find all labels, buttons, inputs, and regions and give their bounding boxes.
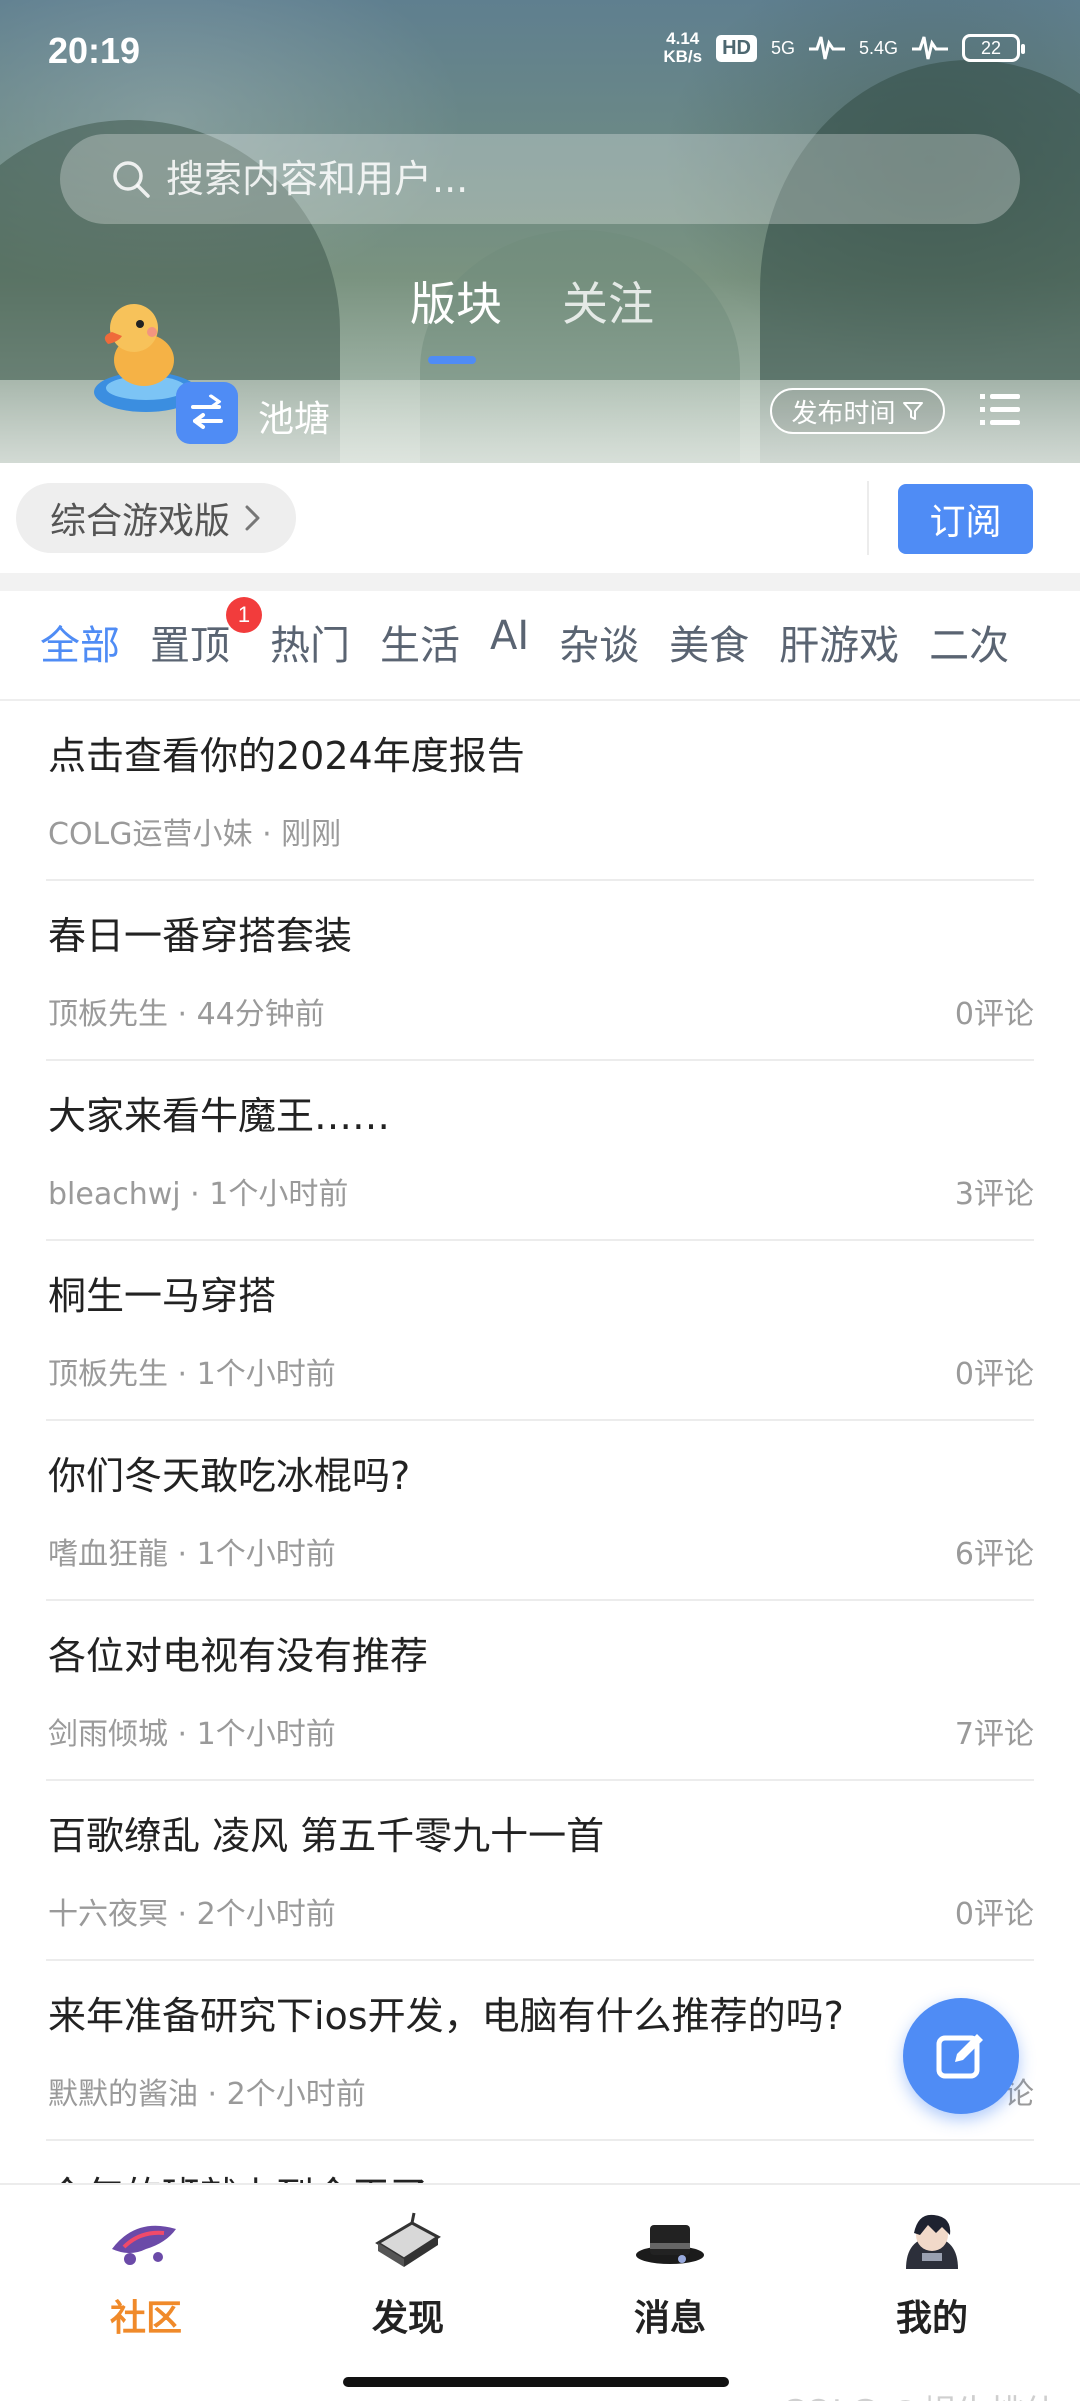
post-item[interactable]: 桐生一马穿搭 顶板先生 · 1个小时前 0评论 — [46, 1241, 1034, 1421]
section-separator — [0, 573, 1080, 591]
header-banner: 20:19 4.14 KB/s HD 5G 5.4G 22 版块 关注 — [0, 0, 1080, 463]
nav-discover[interactable]: 发现 — [328, 2209, 488, 2341]
nav-label: 消息 — [633, 2298, 706, 2339]
bottom-nav: 社区 发现 消息 我的 COLG @蜗牛桃仙 — [0, 2183, 1080, 2401]
home-indicator[interactable] — [343, 2377, 729, 2387]
status-time: 20:19 — [48, 30, 141, 71]
filter-icon — [902, 402, 923, 420]
post-title: 来年准备研究下ios开发，电脑有什么推荐的吗? — [48, 1994, 844, 2038]
post-meta: 嗜血狂龍 · 1个小时前 — [48, 1537, 336, 1572]
post-comments: 0评论 — [954, 1897, 1034, 1932]
nav-label: 发现 — [371, 2298, 444, 2339]
tab-life[interactable]: 生活 — [380, 613, 460, 671]
menu-list-icon[interactable] — [980, 388, 1020, 432]
tab-chat[interactable]: 杂谈 — [559, 613, 639, 671]
post-title: 百歌缭乱 凌风 第五千零九十一首 — [48, 1814, 605, 1858]
status-icons: 4.14 KB/s HD 5G 5.4G 22 — [663, 29, 1025, 66]
profile-icon — [906, 2214, 958, 2269]
tab-grind-games[interactable]: 肝游戏 — [779, 613, 899, 671]
search-bar[interactable] — [60, 134, 1020, 224]
discover-icon — [375, 2212, 441, 2267]
post-meta: 默默的酱油 · 2个小时前 — [48, 2077, 366, 2112]
notification-badge: 1 — [226, 597, 262, 633]
post-item[interactable]: 来年准备研究下ios开发，电脑有什么推荐的吗? 默默的酱油 · 2个小时前 论 — [46, 1961, 1034, 2141]
post-comments: 0评论 — [954, 1357, 1034, 1392]
compose-post-button[interactable] — [903, 1998, 1019, 2114]
post-item[interactable]: 春日一番穿搭套装 顶板先生 · 44分钟前 0评论 — [46, 881, 1034, 1061]
nav-profile[interactable]: 我的 — [852, 2209, 1012, 2341]
post-item[interactable]: 大家来看牛魔王…… bleachwj · 1个小时前 3评论 — [46, 1061, 1034, 1241]
message-icon — [636, 2225, 704, 2264]
nav-label: 我的 — [895, 2298, 968, 2339]
active-tab-indicator — [428, 356, 476, 364]
pond-name[interactable]: 池塘 — [258, 390, 330, 442]
signal-label: 5.4G — [858, 37, 898, 58]
net-speed: 4.14 KB/s — [663, 29, 703, 66]
post-title: 大家来看牛魔王…… — [48, 1094, 391, 1138]
category-track: 全部 置顶 1 热门 生活 AI 杂谈 美食 肝游戏 二次 — [40, 597, 1009, 671]
tab-hot[interactable]: 热门 — [270, 613, 350, 671]
nav-community[interactable]: 社区 — [66, 2209, 226, 2341]
forum-name: 综合游戏版 — [50, 501, 231, 542]
sort-label: 发布时间 — [791, 398, 896, 429]
search-icon — [113, 161, 150, 198]
post-title: 各位对电视有没有推荐 — [48, 1634, 429, 1678]
nav-label: 社区 — [109, 2298, 182, 2339]
edit-icon — [936, 2034, 983, 2079]
post-comments: 0评论 — [954, 997, 1034, 1032]
swap-icon — [191, 394, 223, 429]
subscribe-button[interactable]: 订阅 — [898, 484, 1033, 554]
tab-anime[interactable]: 二次 — [929, 613, 1009, 671]
post-meta: 顶板先生 · 1个小时前 — [48, 1357, 336, 1392]
category-tabs: 全部 置顶 1 热门 生活 AI 杂谈 美食 肝游戏 二次 — [0, 591, 1080, 701]
search-input[interactable] — [166, 157, 866, 201]
post-comments: 6评论 — [954, 1537, 1034, 1572]
post-title: 春日一番穿搭套装 — [48, 914, 353, 958]
signal-wave-icon — [808, 36, 845, 60]
post-item[interactable]: 你们冬天敢吃冰棍吗? 嗜血狂龍 · 1个小时前 6评论 — [46, 1421, 1034, 1601]
post-meta: 十六夜冥 · 2个小时前 — [48, 1897, 336, 1932]
signal-wave-icon — [912, 36, 948, 60]
tab-pinned[interactable]: 置顶 1 — [150, 597, 262, 671]
watermark: COLG @蜗牛桃仙 — [781, 2385, 1058, 2401]
tab-food[interactable]: 美食 — [669, 613, 749, 671]
post-meta: COLG运营小妹 · 刚刚 — [48, 817, 342, 852]
post-title: 桐生一马穿搭 — [48, 1274, 277, 1318]
forum-selector[interactable]: 综合游戏版 — [16, 483, 297, 553]
nav-messages[interactable]: 消息 — [590, 2209, 750, 2341]
post-item[interactable]: 百歌缭乱 凌风 第五千零九十一首 十六夜冥 · 2个小时前 0评论 — [46, 1781, 1034, 1961]
post-item[interactable]: 各位对电视有没有推荐 剑雨倾城 · 1个小时前 7评论 — [46, 1601, 1034, 1781]
community-icon — [112, 2225, 176, 2265]
divider — [867, 481, 869, 555]
post-meta: 顶板先生 · 44分钟前 — [48, 997, 325, 1032]
tab-follow[interactable]: 关注 — [562, 268, 654, 334]
hd-icon: HD — [716, 34, 757, 62]
post-comments: 3评论 — [954, 1177, 1034, 1212]
post-comments: 7评论 — [954, 1717, 1034, 1752]
tab-all[interactable]: 全部 — [40, 613, 120, 671]
forum-bar: 综合游戏版 订阅 — [0, 463, 1080, 573]
post-title: 你们冬天敢吃冰棍吗? — [48, 1454, 411, 1498]
chevron-right-icon — [245, 505, 260, 531]
tab-ai[interactable]: AI — [490, 613, 529, 671]
main-tabs: 版块 关注 — [410, 268, 654, 334]
post-title: 点击查看你的2024年度报告 — [48, 734, 525, 778]
signal-label: 5G — [770, 37, 795, 58]
battery-icon: 22 — [962, 34, 1025, 62]
tab-board[interactable]: 版块 — [410, 268, 502, 334]
sort-by-time-button[interactable]: 发布时间 — [770, 388, 945, 434]
post-meta: bleachwj · 1个小时前 — [48, 1177, 349, 1212]
switch-pond-button[interactable] — [176, 382, 238, 444]
post-meta: 剑雨倾城 · 1个小时前 — [48, 1717, 336, 1752]
post-item[interactable]: 点击查看你的2024年度报告 COLG运营小妹 · 刚刚 — [46, 701, 1034, 881]
